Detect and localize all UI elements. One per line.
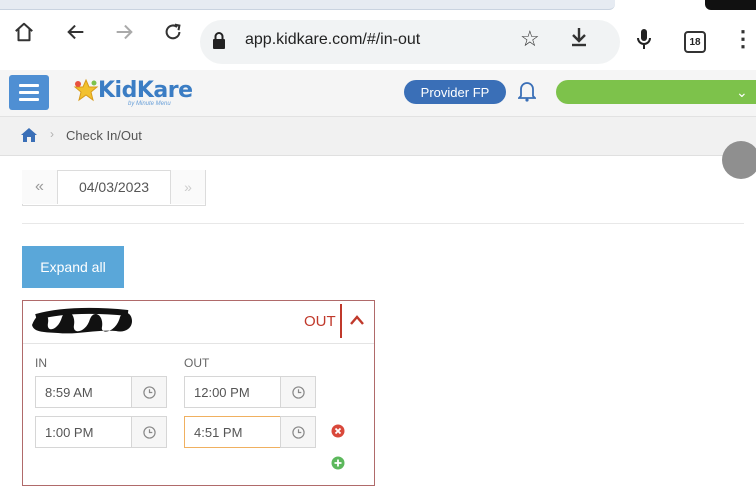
microphone-icon[interactable] [637, 28, 651, 55]
kidkare-logo-icon[interactable] [72, 78, 100, 109]
clock-icon[interactable] [131, 376, 167, 408]
status-badge: OUT [304, 313, 336, 330]
status-bar-corner [705, 0, 756, 10]
back-icon[interactable] [58, 14, 94, 50]
home-breadcrumb-icon[interactable] [20, 127, 38, 148]
next-date-button[interactable]: » [170, 170, 205, 204]
clock-icon[interactable] [280, 376, 316, 408]
header-separator [340, 304, 342, 338]
floating-action-dot[interactable] [722, 141, 756, 179]
download-icon[interactable] [570, 26, 588, 54]
clock-icon[interactable] [280, 416, 316, 448]
lock-icon[interactable] [212, 32, 226, 55]
logo-text: KidKare [98, 78, 193, 103]
redacted-child-name [28, 303, 138, 344]
section-divider [22, 223, 744, 224]
logo-subtext: by Minute Menu [128, 101, 171, 107]
clock-icon[interactable] [131, 416, 167, 448]
reload-icon[interactable] [155, 14, 191, 50]
out-column-label: OUT [184, 356, 210, 370]
in-column-label: IN [35, 356, 47, 370]
provider-button[interactable]: Provider FP [404, 80, 506, 104]
time-out-input[interactable]: 12:00 PM [184, 376, 281, 408]
time-in-input[interactable]: 8:59 AM [35, 376, 132, 408]
tab-strip-edge [0, 0, 615, 10]
bookmark-star-icon[interactable]: ☆ [520, 26, 540, 52]
breadcrumb-current: Check In/Out [66, 128, 142, 143]
home-icon[interactable] [6, 14, 42, 50]
previous-date-button[interactable]: « [22, 170, 58, 204]
date-field[interactable]: 04/03/2023 [58, 170, 170, 204]
forward-icon[interactable] [106, 14, 142, 50]
url-text[interactable]: app.kidkare.com/#/in-out [245, 31, 420, 49]
time-out-input[interactable]: 4:51 PM [184, 416, 281, 448]
remove-row-icon[interactable] [331, 424, 345, 443]
bell-icon[interactable] [516, 80, 538, 107]
collapse-chevron-up-icon[interactable] [350, 312, 364, 328]
expand-all-button[interactable]: Expand all [22, 246, 124, 288]
chevron-down-icon[interactable]: ⌄ [736, 84, 748, 101]
add-row-icon[interactable] [331, 456, 345, 475]
more-menu-icon[interactable]: ⋮ [732, 26, 754, 52]
center-select-dropdown[interactable] [556, 80, 756, 104]
hamburger-menu-button[interactable] [9, 75, 49, 110]
time-in-input[interactable]: 1:00 PM [35, 416, 132, 448]
breadcrumb-separator-icon: › [50, 127, 54, 141]
tab-count-button[interactable]: 18 [684, 31, 706, 53]
